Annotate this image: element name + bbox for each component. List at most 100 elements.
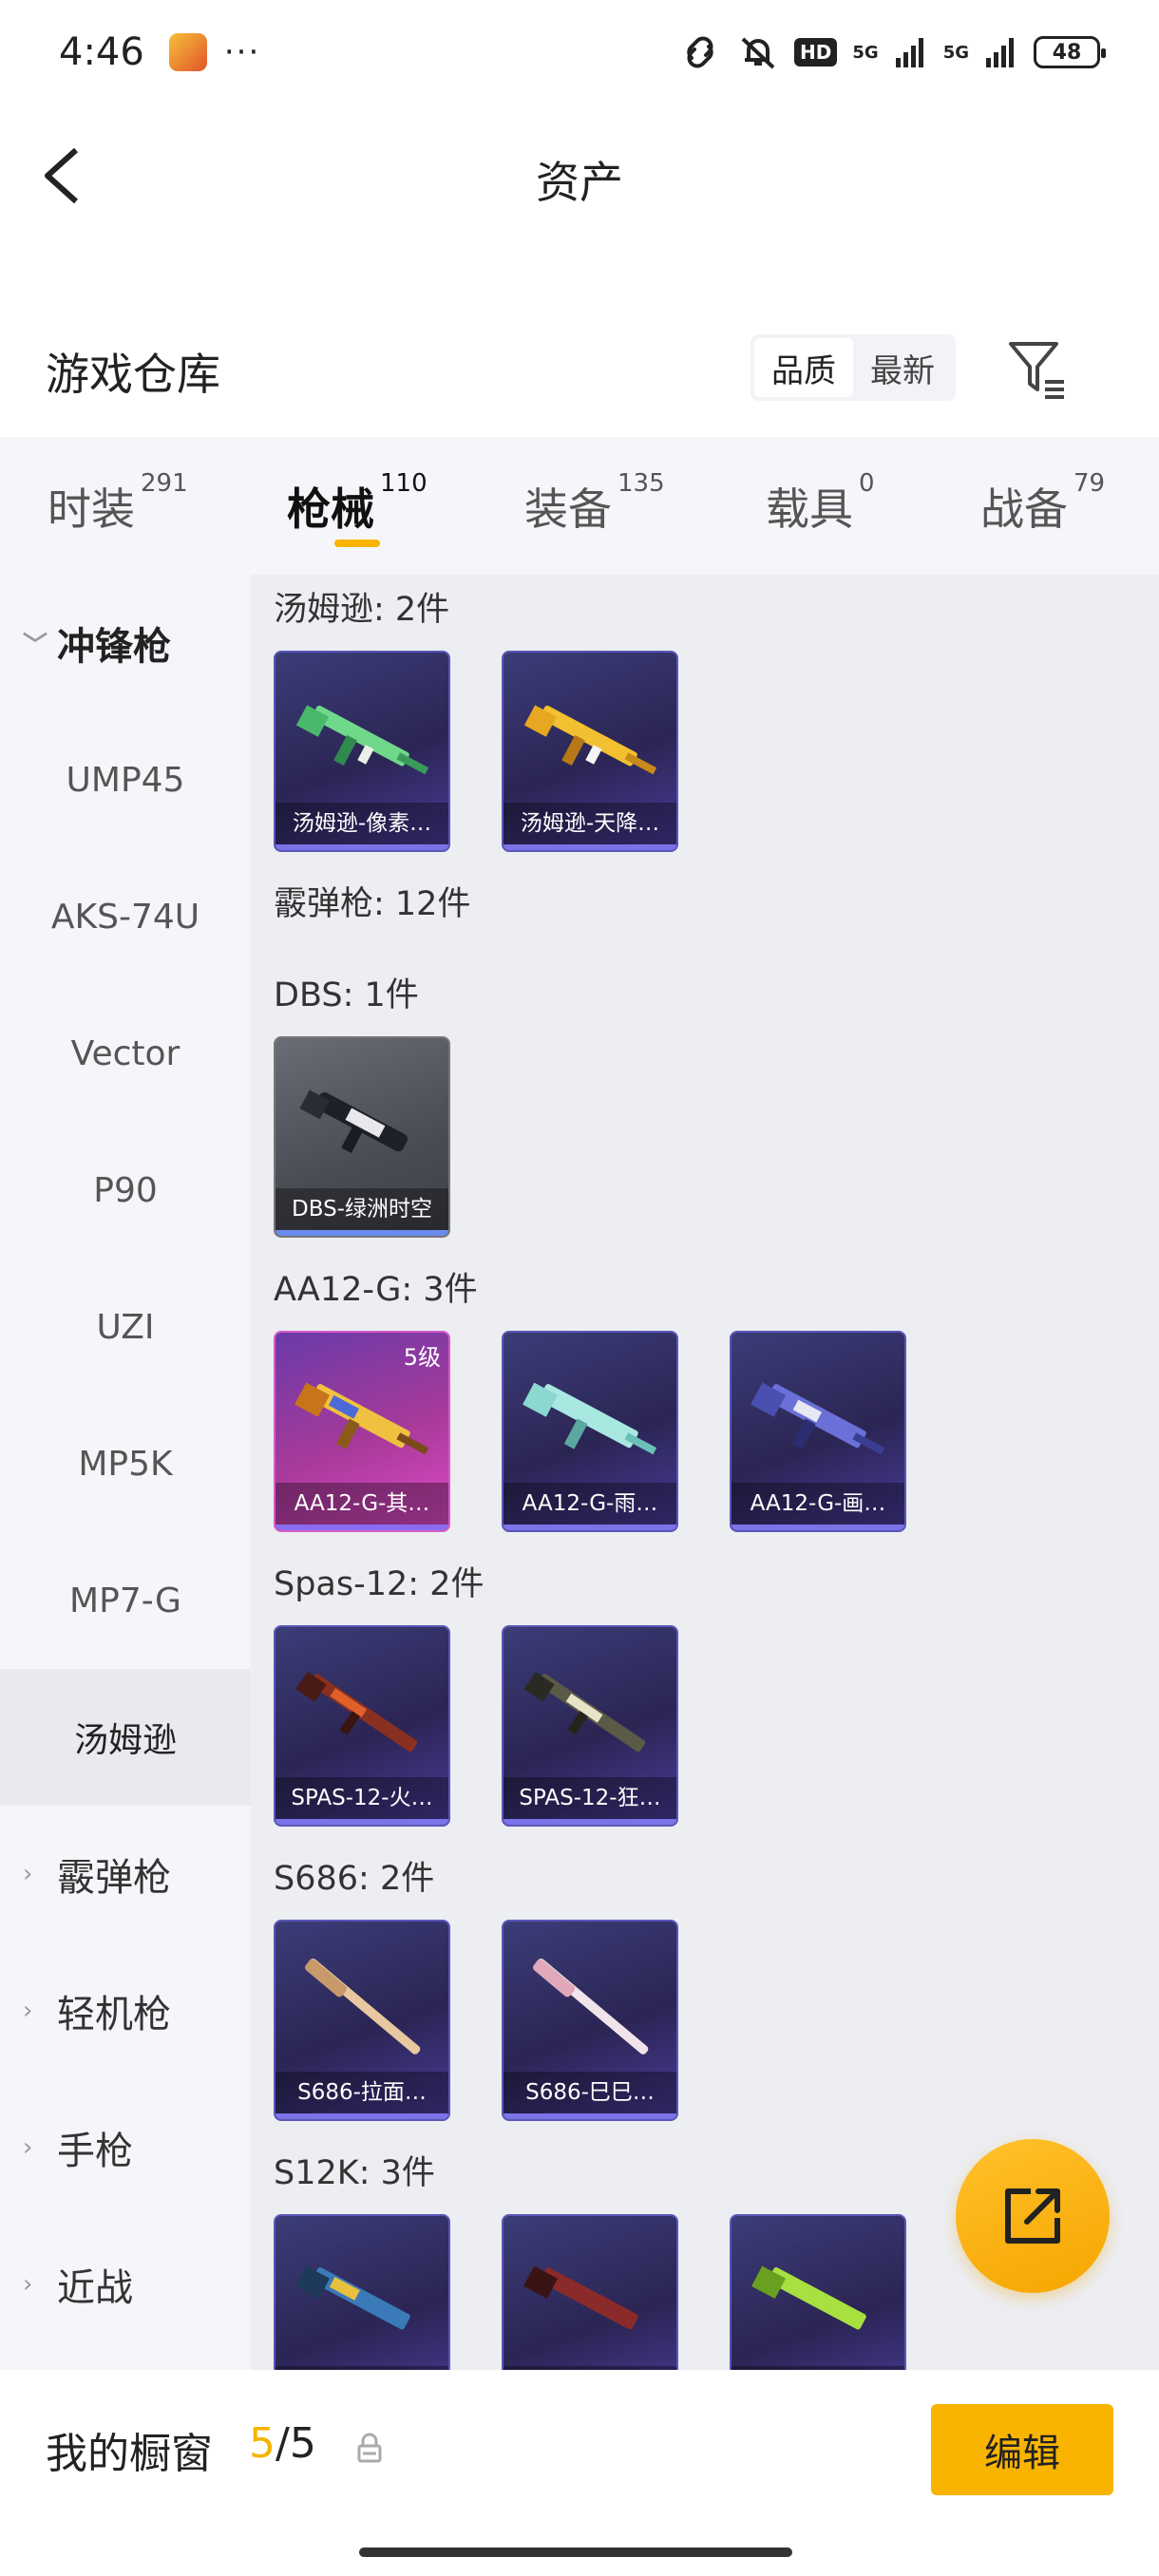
showcase-count: 5/5 [249,2419,316,2468]
signal-bars-icon [895,38,923,67]
sidebar-item-mp7g[interactable]: MP7-G [0,1532,251,1669]
rarity-bar [504,1819,676,1825]
tab-vehicles[interactable]: 载具 0 [766,469,875,538]
weapon-card[interactable]: DBS-绿洲时空 [274,1036,450,1238]
sidebar-item-uzi[interactable]: UZI [0,1259,251,1395]
rifle-skin-icon [295,705,429,775]
weapon-card[interactable] [502,2214,678,2370]
sidebar-group-label: 轻机枪 [57,1993,171,2036]
sidebar-item-aks74u[interactable]: AKS-74U [0,848,251,985]
sidebar-item-ump45[interactable]: UMP45 [0,711,251,848]
rarity-bar [504,844,676,850]
filter-button[interactable] [1005,336,1072,403]
rarity-bar [276,844,448,850]
weapon-name: AA12-G-画… [732,1483,904,1525]
tab-label: 装备 [524,483,612,535]
shotgun-skin-icon [523,1671,646,1752]
group-label-thompson: 汤姆逊: 2件 [274,591,450,629]
rifle-skin-icon [294,1382,429,1455]
rifle-skin-icon [523,705,657,775]
sort-toggle: 品质 最新 [750,334,956,401]
showcase-bar: 我的橱窗 5/5 编辑 [0,2370,1159,2576]
rifle-skin-icon [522,1382,657,1455]
group-label-s12k: S12K: 3件 [274,2154,435,2192]
sidebar-item-vector[interactable]: Vector [0,985,251,1122]
signal-5g-2: 5G [942,42,969,63]
sidebar-group-shotgun[interactable]: › 霰弹枪 [0,1806,251,1942]
weapon-name: 汤姆逊-像素… [276,803,448,844]
signal-5g-1: 5G [852,42,879,63]
tab-equipment[interactable]: 装备 135 [524,469,665,538]
rarity-bar [276,1525,448,1530]
sidebar-item-p90[interactable]: P90 [0,1122,251,1259]
app-notification-icon [168,33,207,71]
weapon-name: SPAS-12-火… [276,1777,448,1819]
tab-fashion[interactable]: 时装 291 [48,469,188,538]
weapon-name: DBS-绿洲时空 [276,1188,448,1230]
tab-firearms[interactable]: 枪械 110 [287,469,428,538]
sidebar-item-mp5k[interactable]: MP5K [0,1395,251,1532]
status-bar: 4:46 ··· HD 5G 5G 48 [0,0,1159,104]
share-button[interactable] [956,2139,1110,2293]
chevron-right-icon: › [23,1997,33,2025]
sidebar-group-label: 霰弹枪 [57,1856,171,1900]
group-label-s686: S686: 2件 [274,1860,435,1898]
weapon-card[interactable]: 汤姆逊-天降… [502,651,678,852]
rifle-skin-icon [295,2265,410,2330]
shotgun-skin-icon [295,1671,418,1752]
sidebar-group-lmg[interactable]: › 轻机枪 [0,1942,251,2079]
rarity-bar [504,1525,676,1530]
weapon-card[interactable]: S686-拉面… [274,1920,450,2121]
rifle-skin-icon [299,1089,408,1153]
sidebar-group-pistol[interactable]: › 手枪 [0,2079,251,2216]
weapon-name: SPAS-12-狂… [504,1777,676,1819]
weapon-card[interactable]: 汤姆逊-像素… [274,651,450,852]
category-tabs: 时装 291 枪械 110 装备 135 载具 0 战备 79 [0,437,1159,575]
weapon-grid: 汤姆逊: 2件 汤姆逊-像素… 汤姆逊-天降… 霰弹枪: 12件 DBS: 1件… [251,575,1159,2370]
active-tab-indicator [334,540,380,547]
tab-count: 0 [859,469,875,498]
weapon-card[interactable] [730,2214,906,2370]
edit-button[interactable]: 编辑 [931,2404,1113,2495]
weapon-card[interactable]: AA12-G-画… [730,1331,906,1532]
weapon-category-sidebar: ﹀ 冲锋枪 UMP45 AKS-74U Vector P90 UZI MP5K M… [0,575,251,2370]
tab-count: 135 [618,469,665,498]
weapon-name: S686-巳巳… [504,2072,676,2113]
weapon-card[interactable] [274,2214,450,2370]
sort-newest-button[interactable]: 最新 [853,338,952,397]
chevron-right-icon: › [23,2133,33,2162]
tab-label: 载具 [766,483,853,535]
showcase-current: 5 [249,2419,276,2468]
tab-combat-gear[interactable]: 战备 79 [980,469,1105,538]
weapon-name: AA12-G-雨… [504,1483,676,1525]
rarity-bar [732,1525,904,1530]
showcase-label: 我的橱窗 [46,2430,213,2478]
sidebar-group-label: 手枪 [57,2130,133,2173]
page-title: 资产 [536,157,623,208]
signal-bars-icon [986,38,1014,67]
more-notifications-icon: ··· [223,33,261,71]
sidebar-group-melee[interactable]: › 近战 [0,2216,251,2353]
weapon-card[interactable]: SPAS-12-狂… [502,1625,678,1827]
weapon-card[interactable]: 5级 AA12-G-其… [274,1331,450,1532]
group-label-shotgun: 霰弹枪: 12件 [274,885,471,923]
rarity-bar [276,1819,448,1825]
mute-icon [741,37,775,69]
tab-count: 291 [141,469,188,498]
weapon-card[interactable]: SPAS-12-火… [274,1625,450,1827]
share-export-icon [1005,2188,1060,2244]
sidebar-group-smg[interactable]: ﹀ 冲锋枪 [0,575,251,711]
weapon-name: 汤姆逊-天降… [504,803,676,844]
nav-header: 资产 [0,114,1159,237]
tab-label: 时装 [48,483,135,535]
sidebar-group-label: 近战 [57,2266,133,2310]
weapon-card[interactable]: AA12-G-雨… [502,1331,678,1532]
showcase-total: /5 [276,2419,316,2468]
home-indicator [359,2548,792,2557]
link-icon [687,36,713,68]
status-time: 4:46 [59,30,144,74]
rifle-skin-icon [523,2265,638,2330]
sort-quality-button[interactable]: 品质 [754,338,853,397]
weapon-card[interactable]: S686-巳巳… [502,1920,678,2121]
sidebar-item-thompson[interactable]: 汤姆逊 [0,1669,251,1806]
